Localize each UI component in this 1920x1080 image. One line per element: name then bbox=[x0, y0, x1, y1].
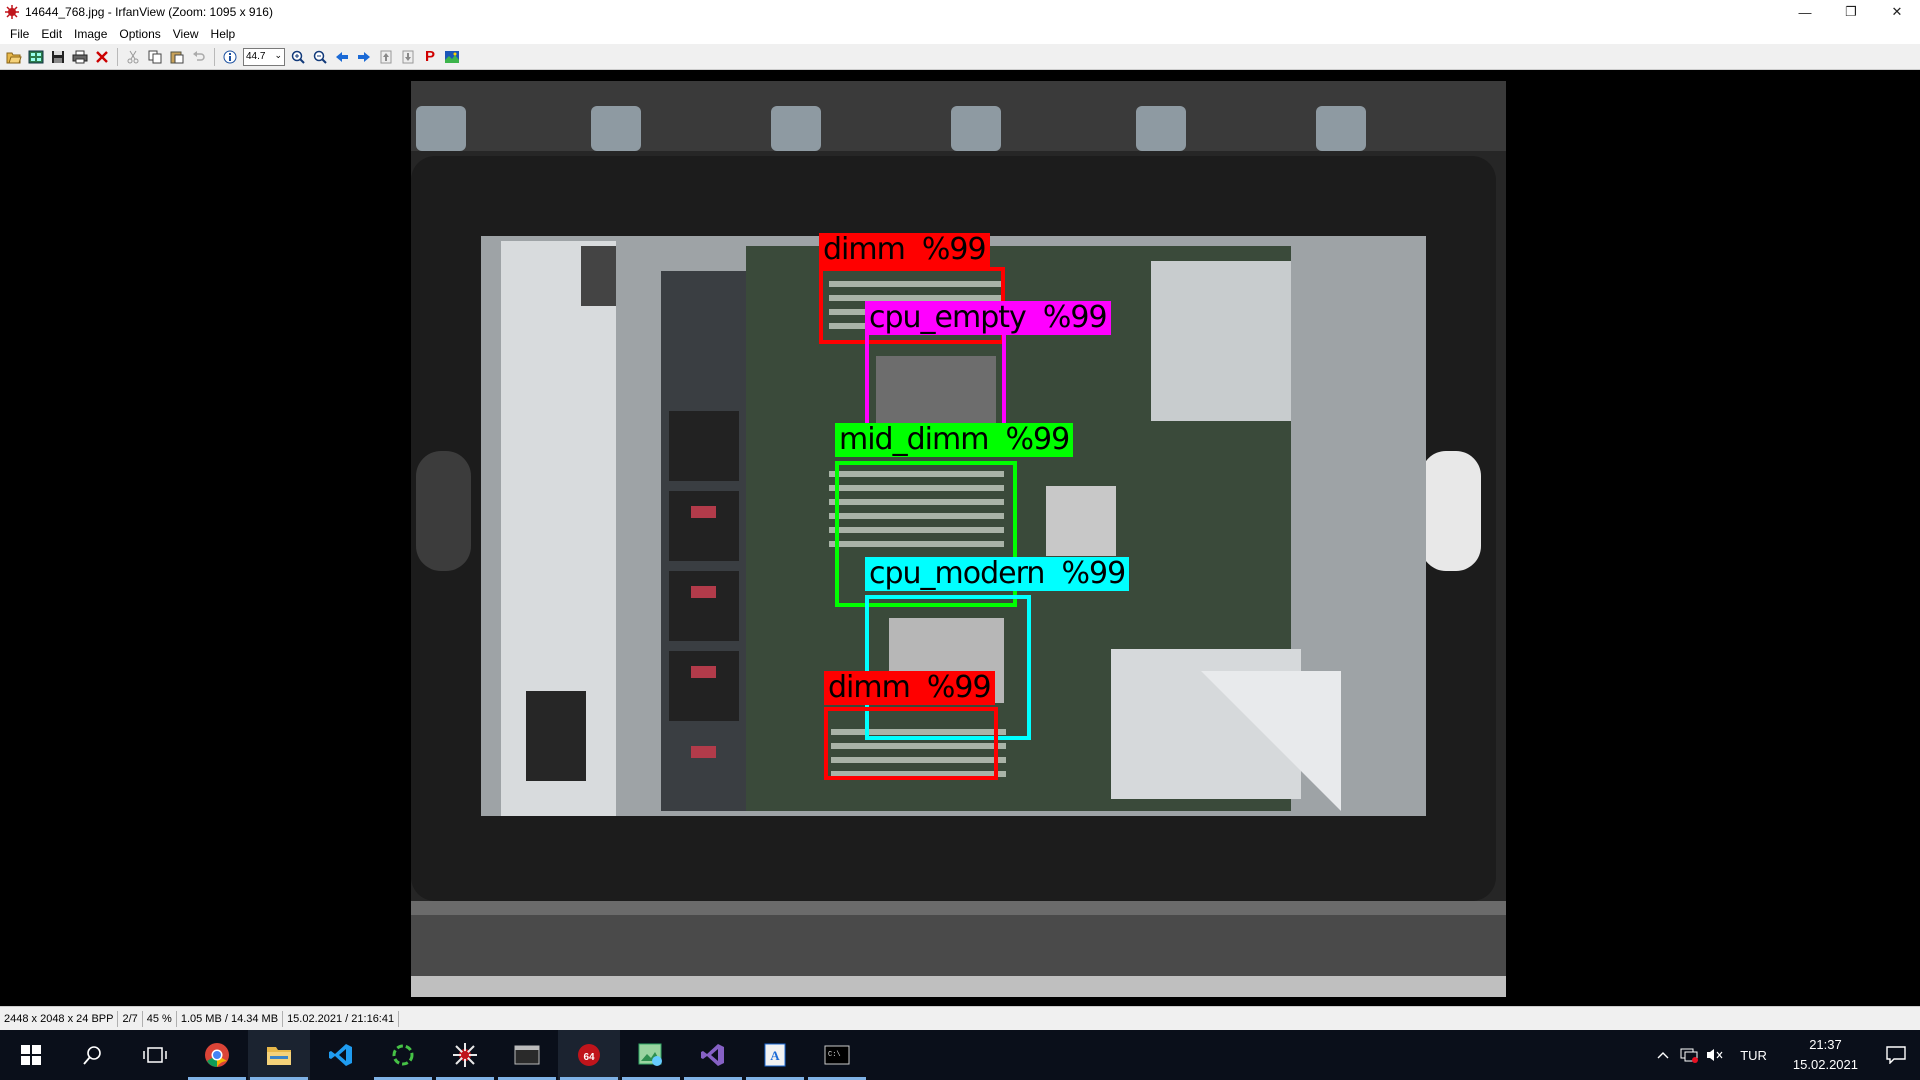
detection-label-cpu-modern: cpu_modern %99 bbox=[865, 557, 1130, 591]
status-bar: 2448 x 2048 x 24 BPP 2/7 45 % 1.05 MB / … bbox=[0, 1006, 1920, 1030]
zoom-combobox[interactable]: 44.7 ⌄ bbox=[243, 47, 285, 66]
detection-box-dimm-bottom bbox=[824, 707, 998, 780]
paste-icon[interactable] bbox=[166, 46, 188, 68]
cmd-icon[interactable]: C:\ bbox=[806, 1030, 868, 1080]
menu-image[interactable]: Image bbox=[68, 24, 113, 44]
print-icon[interactable] bbox=[69, 46, 91, 68]
menu-edit[interactable]: Edit bbox=[35, 24, 68, 44]
cut-icon[interactable] bbox=[122, 46, 144, 68]
taskbar: 64 A C:\ TUR 21:37 15.02.2021 bbox=[0, 1030, 1920, 1080]
zoom-in-icon[interactable] bbox=[287, 46, 309, 68]
visual-studio-icon[interactable] bbox=[682, 1030, 744, 1080]
image-viewer[interactable]: dimm %99 cpu_empty %99 mid_dimm %99 cpu_… bbox=[0, 71, 1920, 1005]
vscode-icon[interactable] bbox=[310, 1030, 372, 1080]
detection-label-dimm-top: dimm %99 bbox=[819, 233, 990, 267]
sync-icon[interactable] bbox=[372, 1030, 434, 1080]
toolbar-separator bbox=[117, 47, 118, 66]
menu-bar: File Edit Image Options View Help bbox=[0, 24, 1920, 44]
status-dimensions: 2448 x 2048 x 24 BPP bbox=[0, 1010, 119, 1027]
first-icon[interactable] bbox=[375, 46, 397, 68]
copy-icon[interactable] bbox=[144, 46, 166, 68]
window-title: 14644_768.jpg - IrfanView (Zoom: 1095 x … bbox=[25, 5, 273, 19]
system-tray: TUR 21:37 15.02.2021 bbox=[1650, 1030, 1920, 1080]
zoom-value: 44.7 bbox=[246, 51, 266, 62]
irfanview-icon[interactable] bbox=[434, 1030, 496, 1080]
detection-box-cpu-empty bbox=[865, 326, 1006, 434]
svg-text:C:\: C:\ bbox=[828, 1051, 841, 1059]
language-indicator[interactable]: TUR bbox=[1728, 1048, 1779, 1063]
svg-text:64: 64 bbox=[583, 1052, 595, 1063]
volume-muted-icon[interactable] bbox=[1702, 1030, 1728, 1080]
search-icon[interactable] bbox=[62, 1030, 124, 1080]
detection-label-mid-dimm: mid_dimm %99 bbox=[835, 423, 1074, 457]
save-icon[interactable] bbox=[47, 46, 69, 68]
title-bar: 14644_768.jpg - IrfanView (Zoom: 1095 x … bbox=[0, 0, 1920, 24]
status-index: 2/7 bbox=[118, 1010, 143, 1027]
close-button[interactable]: ✕ bbox=[1874, 0, 1920, 24]
paint-icon[interactable]: P bbox=[419, 46, 441, 68]
chrome-icon[interactable] bbox=[186, 1030, 248, 1080]
irfanview64-icon[interactable]: 64 bbox=[558, 1030, 620, 1080]
undo-icon[interactable] bbox=[188, 46, 210, 68]
toolbar-separator bbox=[214, 47, 215, 66]
terminal-icon[interactable] bbox=[496, 1030, 558, 1080]
open-icon[interactable] bbox=[3, 46, 25, 68]
image-editor-icon[interactable] bbox=[620, 1030, 682, 1080]
svg-text:A: A bbox=[770, 1048, 780, 1063]
thumbnails-icon[interactable] bbox=[25, 46, 47, 68]
previous-icon[interactable] bbox=[331, 46, 353, 68]
detection-label-cpu-empty: cpu_empty %99 bbox=[865, 301, 1111, 335]
clock-time: 21:37 bbox=[1809, 1037, 1842, 1052]
irfanview-app-icon bbox=[5, 5, 19, 19]
status-datetime: 15.02.2021 / 21:16:41 bbox=[283, 1010, 400, 1027]
toolbar: 44.7 ⌄ P bbox=[0, 44, 1920, 70]
delete-icon[interactable] bbox=[91, 46, 113, 68]
start-icon[interactable] bbox=[0, 1030, 62, 1080]
next-icon[interactable] bbox=[353, 46, 375, 68]
status-zoom: 45 % bbox=[143, 1010, 177, 1027]
task-view-icon[interactable] bbox=[124, 1030, 186, 1080]
notepad-icon[interactable]: A bbox=[744, 1030, 806, 1080]
slideshow-icon[interactable] bbox=[441, 46, 463, 68]
status-size: 1.05 MB / 14.34 MB bbox=[177, 1010, 284, 1027]
network-icon[interactable] bbox=[1676, 1030, 1702, 1080]
info-icon[interactable] bbox=[219, 46, 241, 68]
menu-view[interactable]: View bbox=[167, 24, 205, 44]
restore-button[interactable]: ❐ bbox=[1828, 0, 1874, 24]
last-icon[interactable] bbox=[397, 46, 419, 68]
notification-icon[interactable] bbox=[1872, 1030, 1920, 1080]
chevron-up-icon[interactable] bbox=[1650, 1030, 1676, 1080]
menu-file[interactable]: File bbox=[4, 24, 35, 44]
menu-options[interactable]: Options bbox=[113, 24, 166, 44]
menu-help[interactable]: Help bbox=[205, 24, 242, 44]
clock[interactable]: 21:37 15.02.2021 bbox=[1779, 1035, 1872, 1075]
minimize-button[interactable]: — bbox=[1782, 0, 1828, 24]
file-explorer-icon[interactable] bbox=[248, 1030, 310, 1080]
zoom-out-icon[interactable] bbox=[309, 46, 331, 68]
clock-date: 15.02.2021 bbox=[1792, 1057, 1858, 1072]
server-photo: dimm %99 cpu_empty %99 mid_dimm %99 cpu_… bbox=[411, 81, 1506, 997]
detection-label-dimm-bottom: dimm %99 bbox=[824, 671, 995, 705]
chevron-down-icon: ⌄ bbox=[274, 49, 282, 60]
